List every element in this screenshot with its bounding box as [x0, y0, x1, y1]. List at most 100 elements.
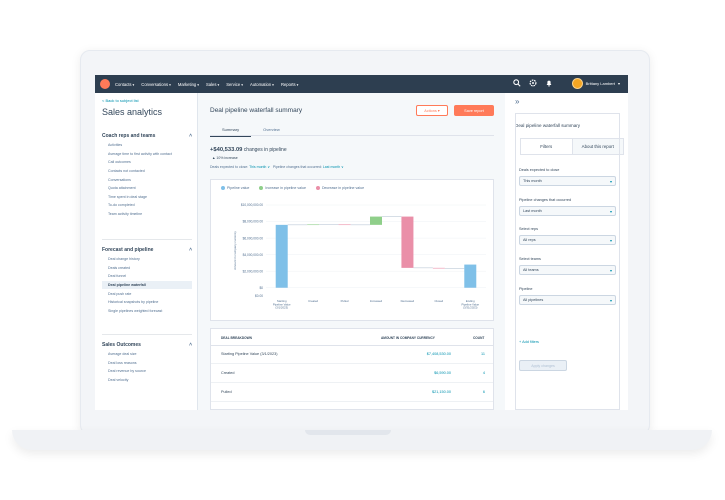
filter-dropdown-pipeline[interactable]: All pipelines ▾	[519, 295, 616, 305]
pipeline-change-summary: +$40,533.09 changes in pipeline	[210, 147, 287, 153]
sidebar-item-time-spent-in-deal-stage[interactable]: Time spent in deal stage	[102, 193, 192, 202]
waterfall-bar	[370, 216, 382, 225]
actions-button[interactable]: Actions ▾	[416, 105, 448, 116]
add-filters-link[interactable]: + Add filters	[519, 340, 539, 344]
sidebar-item-single-pipelines-weighted-forecast[interactable]: Single pipelines weighted forecast	[102, 307, 192, 316]
sidebar-item-deal-revenue-by-source[interactable]: Deal revenue by source	[102, 367, 192, 376]
save-report-button[interactable]: Save report	[454, 105, 494, 116]
filter-dropdown-deals-expected-to-close[interactable]: This month ▾	[519, 176, 616, 186]
filter-label: Select teams	[519, 257, 541, 261]
nav-item-conversations[interactable]: Conversations▾	[141, 82, 171, 87]
chevron-down-icon: ▾	[296, 82, 299, 87]
row-amount-link[interactable]: $6,590.00	[411, 371, 451, 375]
sidebar-item-activities[interactable]: Activities	[102, 141, 192, 150]
nav-item-sales[interactable]: Sales▾	[206, 82, 219, 87]
sidebar-item-deal-push-rate[interactable]: Deal push rate	[102, 289, 192, 298]
sidebar-item-conversations[interactable]: Conversations	[102, 175, 192, 184]
y-tick-label: $2,000,000.00	[243, 269, 264, 273]
column-header-deal-breakdown[interactable]: DEAL BREAKDOWN	[221, 336, 252, 340]
sidebar-item-call-outcomes[interactable]: Call outcomes	[102, 158, 192, 167]
waterfall-bar	[275, 224, 288, 288]
sidebar-item-deal-pipeline-waterfall[interactable]: Deal pipeline waterfall	[102, 280, 192, 290]
row-count-link[interactable]: 11	[473, 352, 485, 356]
avatar	[571, 78, 583, 89]
row-label: Created	[221, 371, 235, 375]
apply-changes-button[interactable]: Apply changes	[519, 360, 567, 371]
sidebar-section-header[interactable]: Forecast and pipeline ˄	[102, 245, 192, 255]
sidebar-item-quota-attainment[interactable]: Quota attainment	[102, 184, 192, 193]
nav-item-contacts[interactable]: Contacts▾	[115, 82, 134, 87]
sidebar-item-deal-loss-reasons[interactable]: Deal loss reasons	[102, 359, 192, 368]
close-date-filter-link[interactable]: This month ∨	[249, 165, 270, 169]
nav-item-marketing[interactable]: Marketing▾	[178, 82, 199, 87]
back-to-subject-list-link[interactable]: < Back to subject list	[102, 98, 139, 103]
row-amount-link[interactable]: $7,408,530.00	[411, 352, 451, 356]
sidebar-item-team-activity-timeline[interactable]: Team activity timeline	[102, 210, 192, 219]
nav-item-reports[interactable]: Reports▾	[281, 82, 298, 87]
pipeline-change-filter-link[interactable]: Last month ∨	[323, 165, 344, 169]
row-amount-link[interactable]: $21,150.00	[411, 390, 451, 394]
sidebar-section-header[interactable]: Sales Outcomes ˄	[102, 340, 192, 350]
gear-icon[interactable]	[529, 79, 537, 87]
column-header-count[interactable]: COUNT	[473, 336, 484, 340]
filter-label: Pipeline	[519, 287, 533, 291]
waterfall-chart-card: Pipeline value Increase in pipeline value…	[210, 179, 494, 321]
sidebar-item-average-time-to-first-activity-with-contact[interactable]: Average time to first activity with cont…	[102, 150, 192, 159]
filter-value: This month	[523, 179, 542, 183]
column-header-amount[interactable]: AMOUNT IN COMPANY CURRENCY	[381, 336, 435, 340]
chevron-down-icon: ▾	[609, 178, 612, 184]
x-tick-label: Increased	[370, 299, 383, 303]
sidebar-item-deal-change-history[interactable]: Deal change history	[102, 255, 192, 264]
x-tick-label: Closed	[434, 299, 443, 303]
filter-label: Pipeline changes that occurred	[519, 198, 572, 202]
chevron-down-icon: ▾	[197, 82, 199, 87]
filter-mid: Pipeline changes that occurred:	[272, 165, 322, 169]
collapse-panel-icon[interactable]: »	[515, 97, 519, 106]
sidebar-item-deal-funnel[interactable]: Deal funnel	[102, 272, 192, 281]
chevron-down-icon: ▾	[217, 82, 220, 87]
search-icon[interactable]	[513, 79, 521, 87]
filter-label: Select reps	[519, 227, 538, 231]
sidebar-item-contacts-not-contacted[interactable]: Contacts not contacted	[102, 167, 192, 176]
y-tick-label: $0	[259, 286, 263, 290]
hubspot-logo-icon[interactable]	[100, 79, 110, 89]
sidebar-title: Sales analytics	[102, 107, 163, 117]
nav-item-label: Conversations	[141, 81, 169, 87]
sidebar-divider	[102, 239, 192, 240]
page-title: Deal pipeline waterfall summary	[210, 107, 303, 114]
sidebar-item-deal-velocity[interactable]: Deal velocity	[102, 376, 192, 385]
nav-item-label: Sales	[206, 81, 217, 87]
waterfall-bar	[307, 224, 320, 226]
sidebar-item-to-do-completed[interactable]: To-do completed	[102, 201, 192, 210]
x-tick-label: Decreased	[401, 299, 415, 303]
chevron-up-icon: ˄	[189, 247, 192, 253]
filter-dropdown-select-reps[interactable]: All reps ▾	[519, 235, 616, 245]
sidebar-section-title: Forecast and pipeline	[102, 247, 154, 253]
x-tick-label: Starting Pipeline Value (3/1/2023)	[273, 299, 291, 310]
nav-item-service[interactable]: Service▾	[226, 82, 243, 87]
bell-icon[interactable]	[545, 79, 553, 87]
filter-prefix: Deals expected to close:	[210, 165, 249, 169]
sidebar: < Back to subject list Sales analytics C…	[95, 93, 198, 410]
filter-dropdown-pipeline-changes-that-occurred[interactable]: Last month ▾	[519, 206, 616, 216]
nav-menu: Contacts▾ Conversations▾ Marketing▾ Sales▾ S…	[115, 75, 298, 93]
user-menu[interactable]: Brittany Lambert ▾	[571, 78, 620, 89]
sidebar-item-average-deal-size[interactable]: Average deal size	[102, 350, 192, 359]
filter-dropdown-select-teams[interactable]: All teams ▾	[519, 265, 616, 275]
row-count-link[interactable]: 4	[473, 371, 485, 375]
sidebar-item-deals-created[interactable]: Deals created	[102, 264, 192, 273]
nav-item-automation[interactable]: Automation▾	[250, 82, 274, 87]
top-navigation: Contacts▾ Conversations▾ Marketing▾ Sales▾ S…	[95, 75, 628, 93]
table-row: Starting Pipeline Value (3/1/2023) $7,408…	[211, 346, 493, 364]
chevron-down-icon: ▾	[609, 297, 612, 303]
waterfall-bar	[432, 267, 445, 269]
sidebar-section-header[interactable]: Coach reps and teams ˄	[102, 131, 192, 141]
row-label: Starting Pipeline Value (3/1/2023)	[221, 352, 278, 356]
row-count-link[interactable]: 6	[473, 390, 485, 394]
sidebar-divider	[102, 334, 192, 335]
sidebar-section-title: Coach reps and teams	[102, 133, 156, 139]
sidebar-section-coach-reps-and-teams: Coach reps and teams ˄ Activities Average t…	[102, 131, 192, 218]
chevron-down-icon: ▾	[169, 82, 171, 87]
sidebar-item-historical-snapshots-by-pipeline[interactable]: Historical snapshots by pipeline	[102, 298, 192, 307]
filter-label: Deals expected to close	[519, 168, 560, 172]
